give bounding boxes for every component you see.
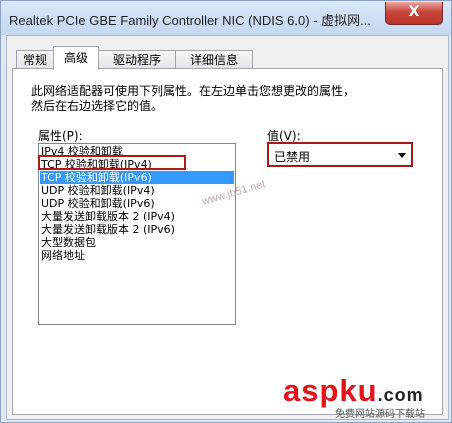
logo-domain-text: .com [377,385,424,405]
instructions-line-2: 然后在右边选择它的值。 [31,99,164,113]
tab-advanced[interactable]: 高级 [53,46,99,70]
property-label: 属性(P): [38,129,83,143]
logo-accent-text: ku [339,373,378,408]
value-dropdown-selected: 已禁用 [274,150,311,164]
tab-details[interactable]: 详细信息 [175,50,253,69]
instructions-line-1: 此网络适配器可使用下列属性。在左边单击您想更改的属性， [31,84,356,98]
list-item[interactable]: 大量发送卸载版本 2 (IPv4) [40,210,234,223]
list-item[interactable]: 网络地址 [40,249,234,262]
value-dropdown[interactable]: 已禁用 [267,142,413,167]
site-logo: aspku.com [283,373,424,409]
highlight-annotation-box [38,155,186,170]
window-title: Realtek PCIe GBE Family Controller NIC (… [9,13,371,28]
list-item[interactable]: 大量发送卸载版本 2 (IPv6) [40,223,234,236]
title-bar[interactable]: Realtek PCIe GBE Family Controller NIC (… [1,1,451,35]
tab-general[interactable]: 常规 [16,50,54,69]
tab-driver[interactable]: 驱动程序 [98,50,176,69]
instructions-text: 此网络适配器可使用下列属性。在左边单击您想更改的属性， 然后在右边选择它的值。 [31,84,355,114]
properties-dialog: Realtek PCIe GBE Family Controller NIC (… [0,0,452,423]
logo-main-text: asp [283,373,340,408]
list-item-selected[interactable]: TCP 校验和卸载(IPv6) [40,171,234,184]
property-list[interactable]: IPv4 校验和卸载 TCP 校验和卸载(IPv4) TCP 校验和卸载(IPv… [38,143,236,325]
logo-subtitle: 免费网站源码下载站 [335,409,425,420]
chevron-down-icon [398,153,406,158]
list-item[interactable]: 大型数据包 [40,236,234,249]
close-button[interactable]: X [385,2,443,25]
